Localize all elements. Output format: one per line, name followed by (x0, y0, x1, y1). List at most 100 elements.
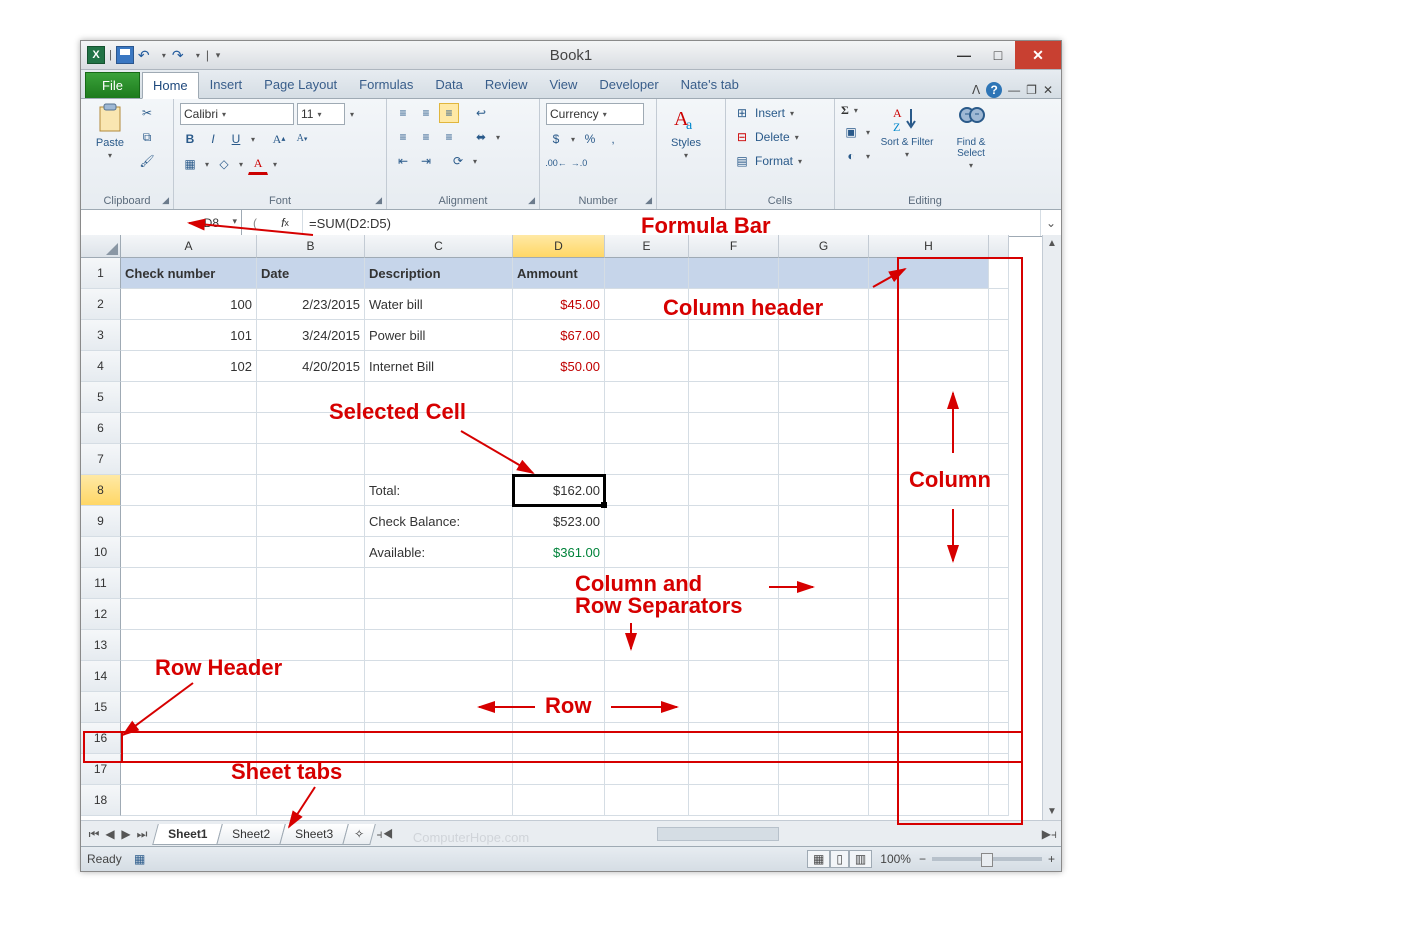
cell-C16[interactable] (365, 723, 513, 754)
row-header-12[interactable]: 12 (81, 599, 121, 630)
increase-indent-icon[interactable]: ⇥ (416, 151, 436, 171)
cell-F5[interactable] (689, 382, 779, 413)
cell-G8[interactable] (779, 475, 869, 506)
wrap-text-icon[interactable]: ↩ (471, 103, 491, 123)
row-header-6[interactable]: 6 (81, 413, 121, 444)
cell-G6[interactable] (779, 413, 869, 444)
cell-C12[interactable] (365, 599, 513, 630)
close-button[interactable]: ✕ (1015, 41, 1061, 69)
font-color-icon[interactable]: A (248, 153, 268, 175)
fill-color-icon[interactable]: ◇ (214, 154, 234, 174)
row-header-11[interactable]: 11 (81, 568, 121, 599)
cell-C15[interactable] (365, 692, 513, 723)
cell-D11[interactable] (513, 568, 605, 599)
doc-minimize-icon[interactable]: — (1008, 83, 1020, 97)
copy-icon[interactable]: ⧉ (137, 127, 157, 147)
insert-cells-button[interactable]: ⊞Insert▾ (732, 103, 828, 123)
cell-F7[interactable] (689, 444, 779, 475)
row-header-15[interactable]: 15 (81, 692, 121, 723)
cell-A15[interactable] (121, 692, 257, 723)
grow-font-icon[interactable]: A▴ (269, 129, 289, 149)
cell-H6[interactable] (869, 413, 989, 444)
new-sheet-button[interactable]: ✧ (343, 824, 377, 845)
select-all-corner[interactable] (81, 235, 121, 258)
cell-A18[interactable] (121, 785, 257, 816)
cell-A14[interactable] (121, 661, 257, 692)
cell-C6[interactable] (365, 413, 513, 444)
page-break-view-icon[interactable]: ▥ (849, 850, 872, 868)
delete-cells-button[interactable]: ⊟Delete▾ (732, 127, 828, 147)
cell-B7[interactable] (257, 444, 365, 475)
cell-B16[interactable] (257, 723, 365, 754)
cell-E13[interactable] (605, 630, 689, 661)
ribbon-tab-formulas[interactable]: Formulas (348, 71, 424, 98)
cell-G4[interactable] (779, 351, 869, 382)
cell-E11[interactable] (605, 568, 689, 599)
sheet-tab-sheet1[interactable]: Sheet1 (152, 824, 223, 845)
undo-icon[interactable]: ↶ (138, 47, 156, 63)
cell-A12[interactable] (121, 599, 257, 630)
cell-B18[interactable] (257, 785, 365, 816)
cell-B6[interactable] (257, 413, 365, 444)
cell-C8[interactable]: Total: (365, 475, 513, 506)
cell-E4[interactable] (605, 351, 689, 382)
cell-G3[interactable] (779, 320, 869, 351)
doc-restore-icon[interactable]: ❐ (1026, 83, 1037, 97)
cell-B3[interactable]: 3/24/2015 (257, 320, 365, 351)
merge-center-icon[interactable]: ⬌ (471, 127, 491, 147)
cell-G13[interactable] (779, 630, 869, 661)
cell-E16[interactable] (605, 723, 689, 754)
column-header-H[interactable]: H (869, 235, 989, 258)
cell-E10[interactable] (605, 537, 689, 568)
maximize-button[interactable]: □ (981, 41, 1015, 69)
cell-E6[interactable] (605, 413, 689, 444)
row-header-16[interactable]: 16 (81, 723, 121, 754)
help-icon[interactable]: ? (986, 82, 1002, 98)
cell-G9[interactable] (779, 506, 869, 537)
decrease-decimal-icon[interactable]: →.0 (569, 153, 589, 173)
cell-H8[interactable] (869, 475, 989, 506)
page-layout-view-icon[interactable]: ▯ (830, 850, 849, 868)
find-select-button[interactable]: Find & Select▾ (942, 103, 1000, 170)
ribbon-tab-page-layout[interactable]: Page Layout (253, 71, 348, 98)
cell-B17[interactable] (257, 754, 365, 785)
cell-D1[interactable]: Ammount (513, 258, 605, 289)
file-tab[interactable]: File (85, 72, 140, 98)
cell-F4[interactable] (689, 351, 779, 382)
cell-G18[interactable] (779, 785, 869, 816)
ribbon-tab-data[interactable]: Data (424, 71, 473, 98)
increase-decimal-icon[interactable]: .00← (546, 153, 566, 173)
cell-D15[interactable] (513, 692, 605, 723)
cell-D5[interactable] (513, 382, 605, 413)
redo-icon[interactable]: ↷ (172, 47, 190, 63)
cell-A16[interactable] (121, 723, 257, 754)
font-size-combo[interactable]: 11▾ (297, 103, 345, 125)
cell-G12[interactable] (779, 599, 869, 630)
clear-icon[interactable]: ◐▾ (841, 146, 872, 166)
column-header-A[interactable]: A (121, 235, 257, 258)
cell-B14[interactable] (257, 661, 365, 692)
cell-D17[interactable] (513, 754, 605, 785)
cell-C7[interactable] (365, 444, 513, 475)
cell-F2[interactable] (689, 289, 779, 320)
cell-E9[interactable] (605, 506, 689, 537)
ribbon-tab-developer[interactable]: Developer (588, 71, 669, 98)
cell-H3[interactable] (869, 320, 989, 351)
cell-F15[interactable] (689, 692, 779, 723)
cell-A3[interactable]: 101 (121, 320, 257, 351)
cell-A11[interactable] (121, 568, 257, 599)
styles-button[interactable]: Aa Styles▾ (663, 103, 709, 160)
cell-H7[interactable] (869, 444, 989, 475)
cell-C18[interactable] (365, 785, 513, 816)
minimize-button[interactable]: — (947, 41, 981, 69)
cell-D6[interactable] (513, 413, 605, 444)
orientation-icon[interactable]: ⟳ (448, 151, 468, 171)
align-middle-icon[interactable]: ≡ (416, 103, 436, 123)
cell-G16[interactable] (779, 723, 869, 754)
cell-B12[interactable] (257, 599, 365, 630)
cell-B2[interactable]: 2/23/2015 (257, 289, 365, 320)
cell-F14[interactable] (689, 661, 779, 692)
cell-H9[interactable] (869, 506, 989, 537)
cell-H17[interactable] (869, 754, 989, 785)
cell-D9[interactable]: $523.00 (513, 506, 605, 537)
